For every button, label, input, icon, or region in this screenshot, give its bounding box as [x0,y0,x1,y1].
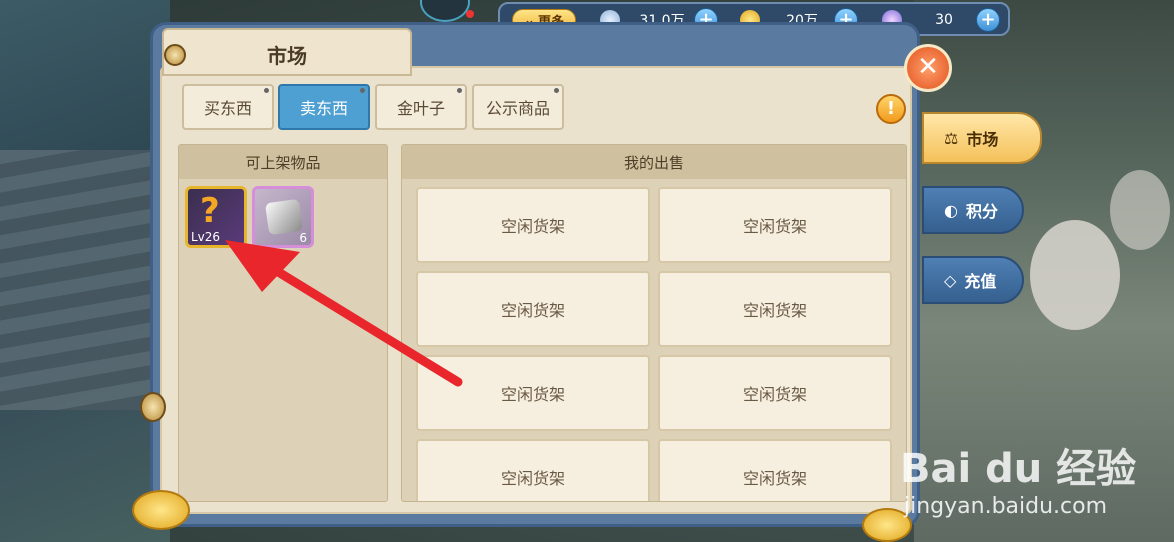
currency-gem-value: 30 [935,12,953,28]
binder-ring-icon [140,392,166,422]
empty-shelf-slot[interactable]: 空闲货架 [658,439,892,501]
item-level: Lv26 [191,230,221,244]
empty-shelf-slot[interactable]: 空闲货架 [416,355,650,431]
side-tab-market[interactable]: ⚖ 市场 [922,112,1042,164]
tab-public-goods[interactable]: 公示商品 [472,84,564,130]
side-tab-points[interactable]: ◐ 积分 [922,186,1024,234]
item-count: 6 [299,231,307,245]
background-character [1030,220,1120,330]
side-tab-points-label: 积分 [965,202,998,221]
watermark-url: jingyan.baidu.com [904,494,1108,519]
binder-ring-icon [164,44,186,66]
pin-icon [457,88,462,93]
inventory-item-weapon[interactable]: ? Lv26 [185,186,247,248]
empty-shelf-slot[interactable]: 空闲货架 [416,271,650,347]
side-tab-recharge-label: 充值 [964,272,997,291]
tab-buy[interactable]: 买东西 [182,84,274,130]
side-tab-recharge[interactable]: ◇ 充值 [922,256,1024,304]
empty-shelf-slot[interactable]: 空闲货架 [658,187,892,263]
empty-shelf-slot[interactable]: 空闲货架 [658,355,892,431]
tab-gold-leaf-label: 金叶子 [396,99,445,118]
page-title: 市场 [267,44,307,68]
stone-icon [264,198,304,236]
empty-shelf-slot[interactable]: 空闲货架 [416,187,650,263]
pin-icon [360,88,365,93]
tab-public-goods-label: 公示商品 [485,99,550,118]
background-stairs [0,150,150,410]
tab-buy-label: 买东西 [203,99,252,118]
panel-title-tab: 市场 [162,28,412,76]
points-icon: ◐ [944,200,958,220]
pin-icon [554,88,559,93]
empty-shelf-slot[interactable]: 空闲货架 [416,439,650,501]
question-mark-icon: ? [200,191,220,231]
tab-sell[interactable]: 卖东西 [278,84,370,130]
close-button[interactable]: ✕ [904,44,952,92]
my-sales-panel: 我的出售 空闲货架 空闲货架 空闲货架 空闲货架 空闲货架 空闲货架 空闲货架 … [401,144,907,502]
diamond-icon: ◇ [944,270,957,290]
side-tab-market-label: 市场 [966,130,999,149]
notification-dot [466,10,474,18]
tab-gold-leaf[interactable]: 金叶子 [375,84,467,130]
add-gem-button[interactable]: + [976,8,1000,32]
my-sales-header: 我的出售 [402,145,906,179]
tab-sell-label: 卖东西 [299,99,348,118]
minimap-hud[interactable] [420,0,470,22]
sellable-items-header: 可上架物品 [179,145,387,179]
info-warning-icon[interactable]: ! [876,94,906,124]
pin-icon [264,88,269,93]
inventory-item-stone[interactable]: 6 [252,186,314,248]
scale-icon: ⚖ [944,128,959,148]
watermark-brand: Bai du 经验 [900,446,1137,492]
gold-leaf-decoration [132,490,190,530]
background-character [1110,170,1170,250]
empty-shelf-slot[interactable]: 空闲货架 [658,271,892,347]
